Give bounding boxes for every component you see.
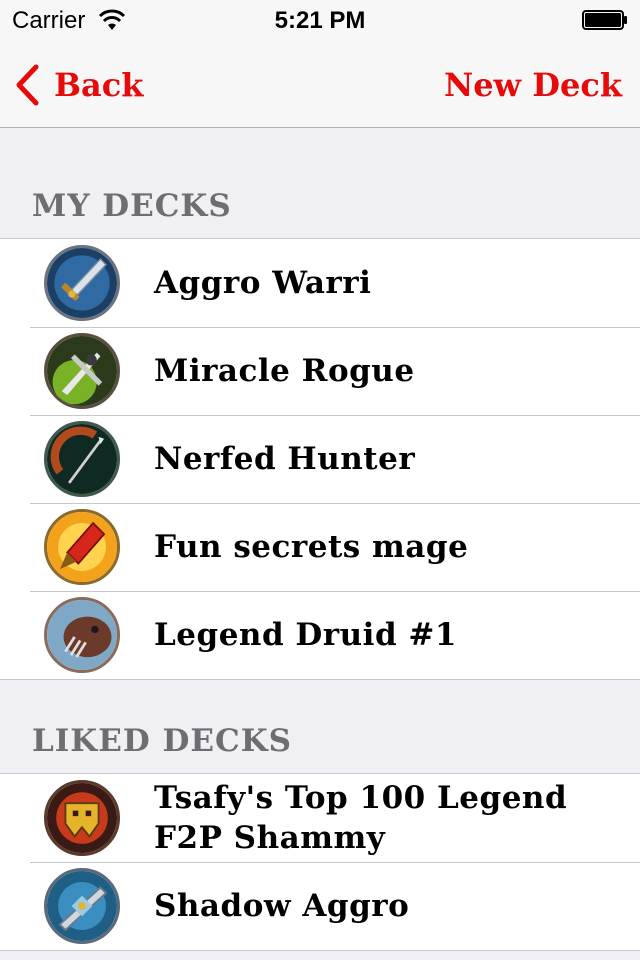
navigation-bar: Back New Deck (0, 40, 640, 128)
deck-name: Fun secrets mage (154, 529, 469, 565)
deck-name: Tsafy's Top 100 Legend F2P Shammy (154, 780, 568, 856)
deck-row-fun-secrets-mage[interactable]: Fun secrets mage (0, 503, 640, 591)
liked-decks-list: Tsafy's Top 100 Legend F2P Shammy Shadow… (0, 773, 640, 951)
priest-class-icon (44, 868, 120, 944)
mage-class-icon (44, 509, 120, 585)
deck-name: Miracle Rogue (154, 353, 415, 389)
back-button[interactable]: Back (14, 64, 143, 106)
battery-icon (582, 10, 627, 30)
section-header-liked-decks: LIKED DECKS (32, 723, 293, 759)
hunter-class-icon (44, 421, 120, 497)
section-header-my-decks: MY DECKS (32, 188, 232, 224)
my-decks-list: Aggro Warri Miracle Rogue Nerfed Hunter (0, 238, 640, 680)
deck-row-shadow-aggro[interactable]: Shadow Aggro (0, 862, 640, 950)
deck-name: Nerfed Hunter (154, 441, 416, 477)
deck-row-nerfed-hunter[interactable]: Nerfed Hunter (0, 415, 640, 503)
rogue-class-icon (44, 333, 120, 409)
status-bar: Carrier 5:21 PM (0, 0, 640, 40)
deck-row-legend-druid[interactable]: Legend Druid #1 (0, 591, 640, 679)
shaman-class-icon (44, 780, 120, 856)
deck-name: Legend Druid #1 (154, 617, 457, 653)
deck-name: Shadow Aggro (154, 888, 410, 924)
clock-time: 5:21 PM (274, 7, 366, 34)
chevron-left-icon (16, 64, 39, 106)
warrior-class-icon (44, 245, 120, 321)
back-button-label: Back (54, 66, 144, 104)
deck-row-aggro-warri[interactable]: Aggro Warri (0, 239, 640, 327)
deck-row-miracle-rogue[interactable]: Miracle Rogue (0, 327, 640, 415)
deck-name: Aggro Warri (154, 265, 372, 301)
new-deck-button[interactable]: New Deck (444, 64, 622, 106)
deck-row-tsafys-shammy[interactable]: Tsafy's Top 100 Legend F2P Shammy (0, 774, 640, 862)
druid-class-icon (44, 597, 120, 673)
